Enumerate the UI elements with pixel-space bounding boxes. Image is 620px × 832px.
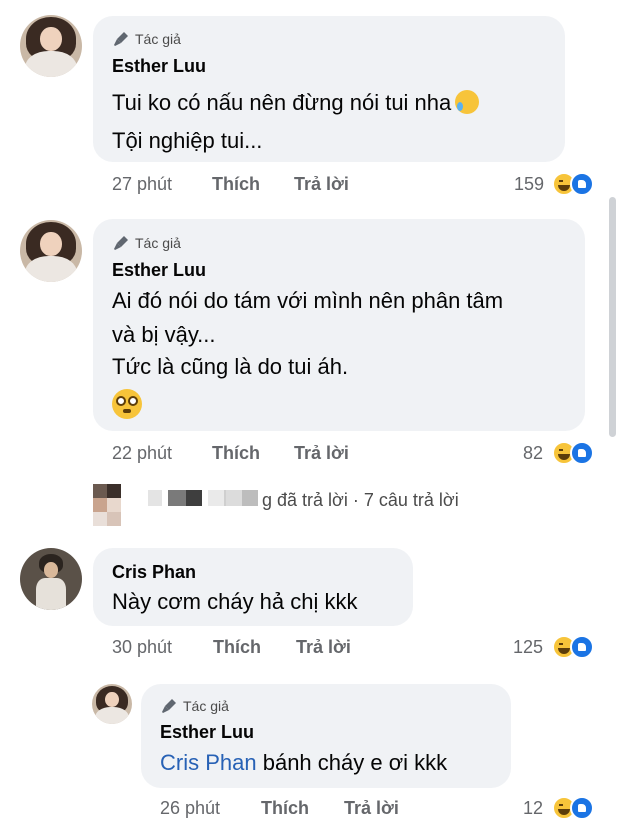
- reaction-summary[interactable]: [552, 439, 598, 467]
- reply-button[interactable]: Trả lời: [344, 798, 399, 819]
- comment-timestamp[interactable]: 27 phút: [112, 174, 172, 195]
- reaction-summary[interactable]: [552, 170, 598, 198]
- replier-name-fragment: g: [262, 490, 273, 510]
- comment-author[interactable]: Esther Luu: [112, 260, 206, 281]
- emoji-mouth: [123, 409, 131, 413]
- avatar-face: [40, 232, 62, 256]
- avatar-body: [36, 577, 66, 610]
- replies-count-text: đã trả lời · 7 câu trả lời: [277, 490, 459, 510]
- pixelated-tile: [148, 490, 162, 506]
- reply-button[interactable]: Trả lời: [294, 174, 349, 195]
- reaction-count[interactable]: 159: [494, 174, 544, 195]
- microphone-icon: [114, 32, 128, 46]
- emoji-eye: [116, 396, 126, 406]
- pixelated-tile: [93, 498, 107, 512]
- scrollbar[interactable]: [609, 197, 616, 437]
- author-badge: Tác giả: [112, 234, 181, 252]
- avatar-body: [24, 50, 78, 77]
- pixelated-tile: [226, 490, 242, 506]
- replier-avatar: [93, 484, 133, 526]
- pixelated-tile: [186, 490, 202, 506]
- comment-author[interactable]: Cris Phan: [112, 562, 196, 583]
- author-badge-label: Tác giả: [183, 698, 229, 714]
- avatar-face: [40, 27, 62, 51]
- reaction-count[interactable]: 12: [493, 798, 543, 819]
- emoji-eye: [128, 396, 138, 406]
- blurred-name: [226, 490, 262, 508]
- pixelated-tile: [93, 512, 107, 526]
- like-reaction-icon: [570, 635, 594, 659]
- pixelated-tile: [107, 498, 121, 512]
- crying-face-emoji: [455, 90, 480, 114]
- like-button[interactable]: Thích: [212, 443, 260, 464]
- comment-text-line: Tức là cũng là do tui áh.: [112, 354, 349, 379]
- comment-text-line: Này cơm cháy hả chị kkk: [112, 589, 358, 614]
- avatar-esther-luu[interactable]: [92, 684, 132, 724]
- comment-text: bánh cháy e ơi kkk: [262, 750, 448, 775]
- avatar-esther-luu[interactable]: [20, 15, 82, 77]
- comment-text: Tui ko có nấu nên đừng nói tui nha: [112, 90, 452, 115]
- reaction-count[interactable]: 125: [493, 637, 543, 658]
- pixelated-tile: [168, 490, 186, 506]
- pixelated-tile: [107, 512, 121, 526]
- comment-text-line: Tui ko có nấu nên đừng nói tui nha: [112, 90, 480, 116]
- comment-timestamp[interactable]: 26 phút: [160, 798, 220, 819]
- pixelated-tile: [93, 484, 107, 498]
- author-badge: Tác giả: [112, 30, 181, 48]
- avatar-body: [24, 255, 78, 282]
- comment-text-line: và bị vậy...: [112, 322, 216, 347]
- reaction-summary[interactable]: [552, 794, 598, 822]
- comment-text-line: Ai đó nói do tám với mình nên phân tâm: [112, 288, 504, 313]
- like-button[interactable]: Thích: [213, 637, 261, 658]
- reply-button[interactable]: Trả lời: [296, 637, 351, 658]
- flushed-face-emoji: [112, 389, 142, 419]
- author-badge-label: Tác giả: [135, 235, 181, 251]
- pixelated-tile: [208, 490, 224, 506]
- reaction-summary[interactable]: [552, 633, 598, 661]
- microphone-icon: [162, 699, 176, 713]
- reply-button[interactable]: Trả lời: [294, 443, 349, 464]
- avatar-face: [43, 561, 59, 578]
- avatar-cris-phan[interactable]: [20, 548, 82, 610]
- comment-text-line: Cris Phan bánh cháy e ơi kkk: [160, 750, 447, 776]
- avatar-body: [95, 707, 129, 724]
- comment-timestamp[interactable]: 30 phút: [112, 637, 172, 658]
- avatar-esther-luu[interactable]: [20, 220, 82, 282]
- like-reaction-icon: [570, 172, 594, 196]
- pixelated-tile: [242, 490, 258, 506]
- pixelated-tile: [107, 484, 121, 498]
- like-reaction-icon: [570, 441, 594, 465]
- mention-link[interactable]: Cris Phan: [160, 750, 257, 775]
- like-button[interactable]: Thích: [261, 798, 309, 819]
- view-replies-link[interactable]: g đã trả lời · 7 câu trả lời: [262, 490, 459, 511]
- microphone-icon: [114, 236, 128, 250]
- avatar-face: [105, 692, 119, 708]
- comment-timestamp[interactable]: 22 phút: [112, 443, 172, 464]
- author-badge-label: Tác giả: [135, 31, 181, 47]
- comment-author[interactable]: Esther Luu: [160, 722, 254, 743]
- author-badge: Tác giả: [160, 697, 229, 715]
- reaction-count[interactable]: 82: [493, 443, 543, 464]
- comment-author[interactable]: Esther Luu: [112, 56, 206, 77]
- like-button[interactable]: Thích: [212, 174, 260, 195]
- like-reaction-icon: [570, 796, 594, 820]
- comment-text-line: Tội nghiệp tui...: [112, 128, 263, 153]
